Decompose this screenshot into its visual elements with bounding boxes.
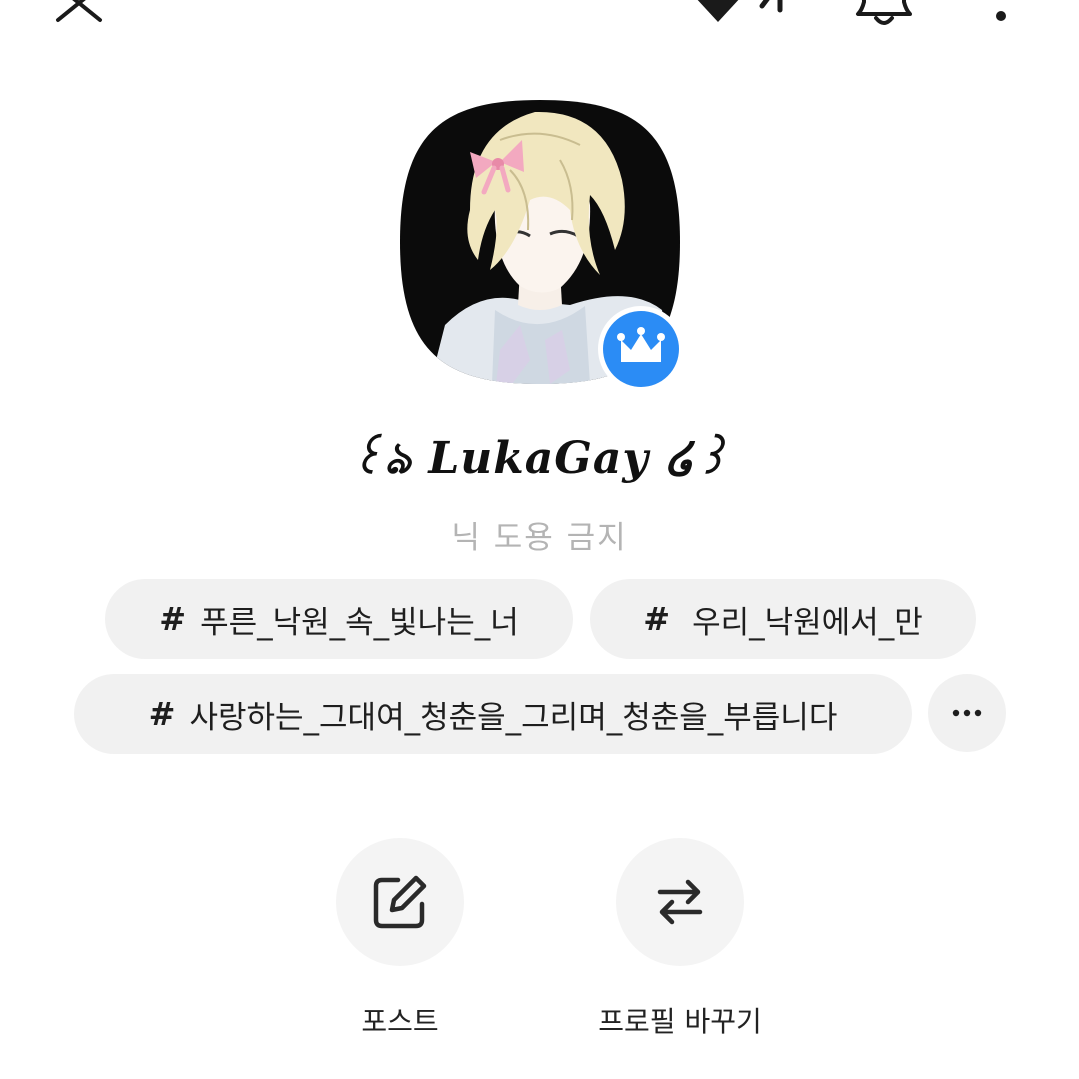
profile-avatar-container [400, 100, 684, 392]
close-icon [56, 0, 102, 22]
tag-chip[interactable]: # 푸른_낙원_속_빛나는_너 [105, 579, 573, 659]
hash-icon: # [159, 600, 187, 638]
hash-icon: # [148, 695, 176, 733]
tag-label: 푸른_낙원_속_빛나는_너 [200, 604, 519, 641]
crown-icon [598, 306, 684, 392]
notifications-button[interactable] [852, 0, 916, 30]
more-tags-button[interactable] [928, 674, 1006, 752]
swap-icon [657, 879, 703, 925]
tag-label: 사랑하는_그대여_청춘을_그리며_청춘을_부릅니다 [189, 699, 838, 736]
profile-bio: 닉 도용 금지 [451, 520, 628, 556]
hash-icon: # [643, 600, 671, 638]
bell-icon [856, 0, 912, 25]
post-label: 포스트 [361, 1005, 439, 1038]
more-options-button[interactable] [990, 0, 1012, 30]
tag-label: 우리_낙원에서_만 [692, 604, 923, 641]
crown-badge [596, 304, 686, 394]
more-vertical-icon [996, 11, 1006, 21]
change-profile-action[interactable]: 프로필 바꾸기 [560, 838, 800, 1048]
tag-chip[interactable]: # 우리_낙원에서_만 [590, 579, 976, 659]
change-profile-button[interactable] [616, 838, 744, 966]
tag-chip[interactable]: # 사랑하는_그대여_청춘을_그리며_청춘을_부릅니다 [74, 674, 912, 754]
diamond-button[interactable] [690, 0, 802, 26]
diamond-icon [697, 0, 783, 22]
close-button[interactable] [52, 0, 106, 26]
post-action[interactable]: 포스트 [280, 838, 520, 1048]
change-profile-label: 프로필 바꾸기 [598, 1005, 762, 1038]
edit-icon [373, 875, 427, 929]
post-button[interactable] [336, 838, 464, 966]
more-horizontal-icon [952, 709, 982, 717]
top-bar [0, 0, 1079, 40]
profile-nickname: ꒰ঌ LukaGay ໒꒱ [349, 433, 730, 484]
